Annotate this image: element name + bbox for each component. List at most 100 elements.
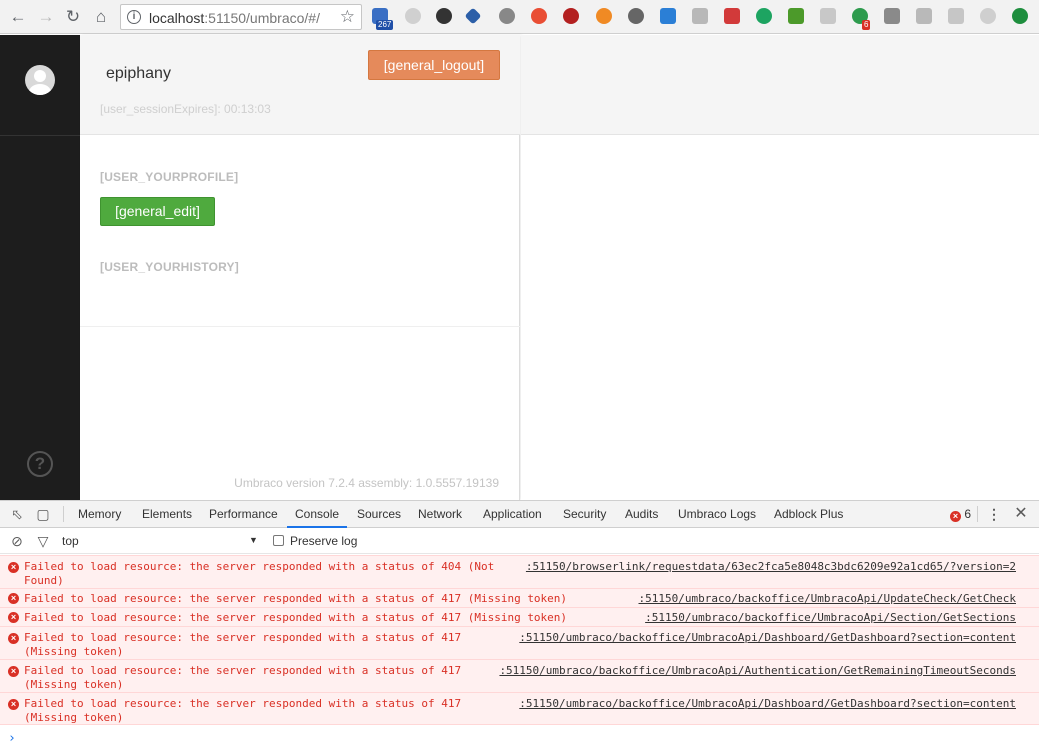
console-error-row: × Failed to load resource: the server re… xyxy=(0,692,1039,725)
error-message: Failed to load resource: the server resp… xyxy=(24,560,495,587)
session-expires: [user_sessionExpires]: 00:13:03 xyxy=(100,102,271,116)
tab-sources[interactable]: Sources xyxy=(357,501,401,528)
home-icon[interactable]: ⌂ xyxy=(91,7,111,27)
your-profile-title: [USER_YOURPROFILE] xyxy=(100,170,239,184)
tab-performance[interactable]: Performance xyxy=(209,501,278,528)
tab-security[interactable]: Security xyxy=(563,501,606,528)
devtools-tabbar: ⬁ ▢ Memory Elements Performance Console … xyxy=(0,501,1039,528)
context-select[interactable]: top xyxy=(62,534,79,548)
error-icon: × xyxy=(8,666,19,677)
url-text[interactable]: localhost:51150/umbraco/#/ xyxy=(149,10,320,26)
close-icon[interactable]: ✕ xyxy=(1012,505,1030,523)
panel-divider xyxy=(80,326,520,327)
console-error-row: × Failed to load resource: the server re… xyxy=(0,626,1039,659)
user-panel-header: epiphany [user_sessionExpires]: 00:13:03… xyxy=(80,35,520,135)
console-error-row: × Failed to load resource: the server re… xyxy=(0,555,1039,588)
error-source-link[interactable]: :51150/umbraco/backoffice/UmbracoApi/Upd… xyxy=(639,592,1017,606)
console-output: × Failed to load resource: the server re… xyxy=(0,555,1039,756)
tab-application[interactable]: Application xyxy=(483,501,542,528)
your-history-title: [USER_YOURHISTORY] xyxy=(100,260,239,274)
tab-umbraco-logs[interactable]: Umbraco Logs xyxy=(678,501,756,528)
filter-icon[interactable]: ▽ xyxy=(34,532,52,550)
adblock-extension-icon[interactable] xyxy=(499,8,515,24)
content-area xyxy=(521,35,1039,500)
extension-icon[interactable] xyxy=(820,8,836,24)
umbraco-backoffice: ? epiphany [user_sessionExpires]: 00:13:… xyxy=(0,35,1039,500)
extension-icon[interactable] xyxy=(980,8,996,24)
error-icon: × xyxy=(950,511,961,522)
inspect-icon[interactable]: ⬁ xyxy=(8,505,26,523)
user-avatar-icon[interactable] xyxy=(25,65,55,95)
logout-button[interactable]: [general_logout] xyxy=(368,50,500,80)
lastpass-extension-icon[interactable] xyxy=(724,8,740,24)
error-icon: × xyxy=(8,593,19,604)
counter-badge: 6 xyxy=(862,20,871,30)
tab-adblock-plus[interactable]: Adblock Plus xyxy=(774,501,843,528)
extension-icon[interactable] xyxy=(628,8,644,24)
error-message: Failed to load resource: the server resp… xyxy=(24,611,568,624)
more-icon[interactable]: ⋮ xyxy=(985,505,1003,523)
extension-icon[interactable] xyxy=(596,8,612,24)
error-icon: × xyxy=(8,633,19,644)
bookmark-star-icon[interactable]: ☆ xyxy=(340,7,355,27)
error-message: Failed to load resource: the server resp… xyxy=(24,631,462,658)
spy-extension-icon[interactable] xyxy=(436,8,452,24)
error-message: Failed to load resource: the server resp… xyxy=(24,664,462,691)
version-info: Umbraco version 7.2.4 assembly: 1.0.5557… xyxy=(234,476,499,490)
tab-elements[interactable]: Elements xyxy=(142,501,192,528)
content-header xyxy=(521,35,1039,135)
help-icon[interactable]: ? xyxy=(27,451,53,477)
extension-icon[interactable] xyxy=(660,8,676,24)
error-message: Failed to load resource: the server resp… xyxy=(24,697,462,724)
error-source-link[interactable]: :51150/umbraco/backoffice/UmbracoApi/Das… xyxy=(519,697,1016,711)
error-source-link[interactable]: :51150/umbraco/backoffice/UmbracoApi/Aut… xyxy=(499,664,1016,678)
sections-rail: ? xyxy=(0,35,80,500)
error-icon: × xyxy=(8,699,19,710)
console-error-row: × Failed to load resource: the server re… xyxy=(0,607,1039,626)
tab-memory[interactable]: Memory xyxy=(78,501,121,528)
tab-network[interactable]: Network xyxy=(418,501,462,528)
error-message: Failed to load resource: the server resp… xyxy=(24,592,568,605)
error-counter[interactable]: × 6 xyxy=(950,507,971,522)
error-icon: × xyxy=(8,612,19,623)
console-error-row: × Failed to load resource: the server re… xyxy=(0,588,1039,607)
mail-badge: 267 xyxy=(376,20,394,30)
preserve-log-checkbox[interactable]: Preserve log xyxy=(273,534,357,548)
separator xyxy=(63,506,64,522)
console-toolbar: ⊘ ▽ top ▼ Preserve log xyxy=(0,529,1039,554)
chevron-down-icon[interactable]: ▼ xyxy=(249,535,258,545)
extension-icon[interactable] xyxy=(692,8,708,24)
user-name: epiphany xyxy=(106,65,171,82)
back-icon[interactable]: ← xyxy=(8,7,28,27)
extension-icon[interactable] xyxy=(948,8,964,24)
extension-icon[interactable] xyxy=(884,8,900,24)
address-bar[interactable]: i localhost:51150/umbraco/#/ ☆ xyxy=(120,4,362,30)
console-error-row: × Failed to load resource: the server re… xyxy=(0,659,1039,692)
edit-profile-button[interactable]: [general_edit] xyxy=(100,197,215,226)
rail-divider xyxy=(0,135,80,136)
cors-extension-icon[interactable] xyxy=(788,8,804,24)
extension-icon[interactable] xyxy=(531,8,547,24)
reload-icon[interactable]: ↻ xyxy=(63,7,83,27)
user-panel: epiphany [user_sessionExpires]: 00:13:03… xyxy=(80,35,520,500)
error-icon: × xyxy=(8,562,19,573)
update-icon[interactable] xyxy=(1012,8,1028,24)
error-source-link[interactable]: :51150/browserlink/requestdata/63ec2fca5… xyxy=(526,560,1016,574)
extension-icon[interactable] xyxy=(405,8,421,24)
separator xyxy=(977,506,978,522)
extension-icon[interactable] xyxy=(916,8,932,24)
devtools-panel: ⬁ ▢ Memory Elements Performance Console … xyxy=(0,500,1039,755)
tab-console[interactable]: Console xyxy=(287,501,348,528)
bug-extension-icon[interactable] xyxy=(563,8,579,24)
device-icon[interactable]: ▢ xyxy=(34,505,52,523)
tab-audits[interactable]: Audits xyxy=(625,501,658,528)
console-prompt[interactable]: › xyxy=(8,731,16,746)
info-icon[interactable]: i xyxy=(127,10,141,24)
forward-icon[interactable]: → xyxy=(36,7,56,27)
error-source-link[interactable]: :51150/umbraco/backoffice/UmbracoApi/Das… xyxy=(519,631,1016,645)
extension-icon[interactable] xyxy=(756,8,772,24)
browser-toolbar: ← → ↻ ⌂ i localhost:51150/umbraco/#/ ☆ 2… xyxy=(0,0,1039,34)
extension-icon[interactable] xyxy=(464,7,482,25)
clear-console-icon[interactable]: ⊘ xyxy=(8,532,26,550)
error-source-link[interactable]: :51150/umbraco/backoffice/UmbracoApi/Sec… xyxy=(645,611,1016,625)
